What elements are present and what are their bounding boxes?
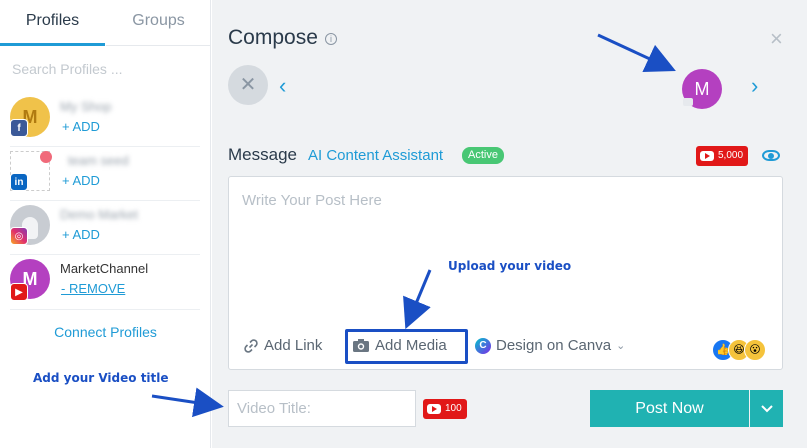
arrow-to-avatar (597, 33, 676, 73)
arrow-to-video-title (151, 387, 224, 418)
annotation-arrows (151, 33, 676, 418)
arrow-to-add-media (403, 269, 432, 330)
